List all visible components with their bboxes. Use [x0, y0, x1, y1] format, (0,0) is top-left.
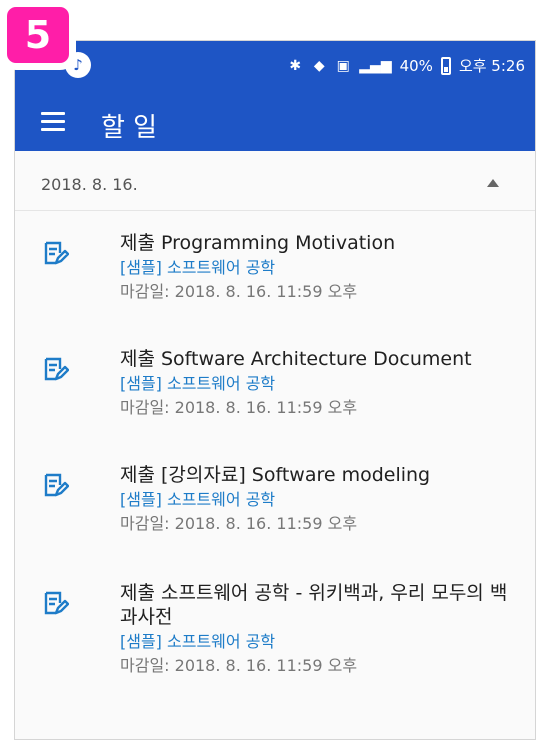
menu-icon-line	[41, 127, 65, 131]
menu-icon-line	[41, 111, 65, 115]
chevron-up-icon[interactable]	[487, 179, 499, 187]
battery-percentage: 40%	[399, 56, 433, 75]
assignment-title: 제출 [강의자료] Software modeling	[120, 464, 431, 486]
signal-icon: ▂▄▆	[359, 57, 392, 74]
course-name: [샘플] 소프트웨어 공학	[120, 490, 276, 509]
due-date: 마감일: 2018. 8. 16. 11:59 오후	[120, 514, 358, 533]
menu-icon-line	[41, 119, 65, 123]
assignment-edit-icon	[44, 357, 69, 381]
assignment-title: 제출 Software Architecture Document	[120, 348, 472, 370]
list-item-text: 제출 소프트웨어 공학 - 위키백과, 우리 모두의 백과사전 [샘플] 소프트…	[120, 581, 515, 677]
mobile-data-icon: ▣	[336, 57, 350, 74]
assignment-edit-icon	[44, 241, 69, 265]
due-date: 마감일: 2018. 8. 16. 11:59 오후	[120, 282, 358, 301]
todo-list: 2018. 8. 16. 제출 Programming Motivation […	[15, 151, 535, 739]
assignment-edit-icon	[44, 473, 69, 497]
page-title: 할 일	[101, 113, 158, 143]
date-group-header[interactable]: 2018. 8. 16.	[15, 151, 535, 211]
wifi-icon: ◆	[313, 57, 325, 74]
list-item-text: 제출 Programming Motivation [샘플] 소프트웨어 공학 …	[120, 231, 515, 303]
course-name: [샘플] 소프트웨어 공학	[120, 374, 276, 393]
date-group-label: 2018. 8. 16.	[41, 175, 138, 194]
bluetooth-icon: ✱	[289, 57, 302, 74]
bottom-edge	[15, 733, 535, 739]
app-bar: 할 일	[15, 91, 535, 151]
assignment-title: 제출 소프트웨어 공학 - 위키백과, 우리 모두의 백과사전	[120, 582, 508, 628]
phone-screen: ♪ ✱ ◆ ▣ ▂▄▆ 40% 오후 5:26 할 일 2018. 8. 16.	[14, 40, 536, 740]
course-name: [샘플] 소프트웨어 공학	[120, 258, 276, 277]
due-date: 마감일: 2018. 8. 16. 11:59 오후	[120, 398, 358, 417]
list-item-text: 제출 [강의자료] Software modeling [샘플] 소프트웨어 공…	[120, 463, 515, 535]
course-name: [샘플] 소프트웨어 공학	[120, 632, 276, 651]
status-icons: ✱ ◆ ▣ ▂▄▆ 40% 오후 5:26	[287, 55, 525, 76]
due-date: 마감일: 2018. 8. 16. 11:59 오후	[120, 656, 358, 675]
assignment-edit-icon	[44, 591, 69, 615]
status-time: 오후 5:26	[458, 57, 525, 75]
status-bar: ♪ ✱ ◆ ▣ ▂▄▆ 40% 오후 5:26	[15, 41, 535, 91]
screen-frame: 5 ♪ ✱ ◆ ▣ ▂▄▆ 40% 오후 5:26 할 일 2018. 8. 1…	[0, 0, 545, 740]
menu-icon[interactable]	[41, 107, 69, 135]
assignment-title: 제출 Programming Motivation	[120, 232, 396, 254]
list-item-text: 제출 Software Architecture Document [샘플] 소…	[120, 347, 515, 419]
battery-icon	[440, 56, 451, 75]
step-badge: 5	[0, 0, 76, 70]
